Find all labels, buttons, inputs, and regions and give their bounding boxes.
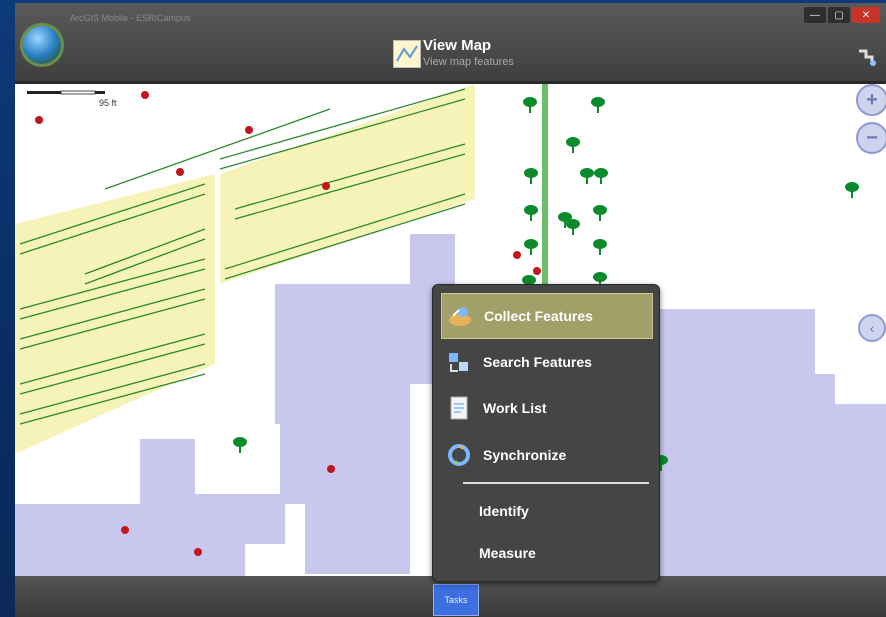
tree [566,219,580,235]
point-feature [327,465,335,473]
menu-divider [463,482,649,484]
menu-item-synchronize[interactable]: Synchronize [441,433,651,477]
maximize-button[interactable]: ▢ [828,7,850,23]
app-logo[interactable] [20,23,64,67]
map-view-icon [393,40,421,68]
tree [845,182,859,198]
tasks-button[interactable]: Tasks [433,584,479,616]
scale-label: 95 ft [99,98,117,108]
zoom-in-button[interactable]: + [856,84,886,116]
tree [523,97,537,113]
bottom-toolbar: Tasks [15,576,886,617]
point-feature [121,526,129,534]
tree [233,437,247,453]
menu-label: Synchronize [483,447,567,463]
tools-icon[interactable] [856,47,878,67]
tree [524,168,538,184]
window-caption: ArcGIS Mobile - ESRICampus [70,13,191,23]
building [280,384,410,574]
point-feature [194,548,202,556]
close-button[interactable]: ✕ [852,7,880,23]
tree [593,205,607,221]
tree [580,168,594,184]
point-feature [141,91,149,99]
tree [594,168,608,184]
tree [593,239,607,255]
point-feature [533,267,541,275]
menu-item-measure[interactable]: Measure [479,545,536,561]
panel-collapse-button[interactable]: ‹ [858,314,886,342]
tasks-menu: Collect Features Search Features Work Li… [432,284,660,582]
menu-item-collect-features[interactable]: Collect Features [441,293,653,339]
walkway [542,84,548,299]
scale-bar: 95 ft [27,88,122,115]
point-feature [245,126,253,134]
minimize-button[interactable]: — [804,7,826,23]
menu-label: Collect Features [484,308,593,324]
menu-item-identify[interactable]: Identify [479,503,529,519]
title-bar: ArcGIS Mobile - ESRICampus — ▢ ✕ View Ma… [15,3,886,84]
point-feature [35,116,43,124]
point-feature [176,168,184,176]
app-window: ArcGIS Mobile - ESRICampus — ▢ ✕ View Ma… [15,3,886,617]
menu-item-work-list[interactable]: Work List [441,386,651,430]
tree [524,239,538,255]
tree [566,137,580,153]
tree [524,205,538,221]
menu-item-search-features[interactable]: Search Features [441,340,651,384]
point-feature [513,251,521,259]
collect-features-icon [446,302,474,330]
sync-icon [445,441,473,469]
building [655,309,886,576]
page-title: View Map [423,37,492,54]
zoom-out-button[interactable]: − [856,122,886,154]
document-icon [445,394,473,422]
search-features-icon [445,348,473,376]
tree [591,97,605,113]
page-subtitle: View map features [423,56,514,68]
building [15,439,285,576]
point-feature [322,182,330,190]
parking-lot [15,174,215,454]
menu-label: Search Features [483,354,592,370]
window-controls: — ▢ ✕ [804,7,880,23]
menu-label: Work List [483,400,547,416]
